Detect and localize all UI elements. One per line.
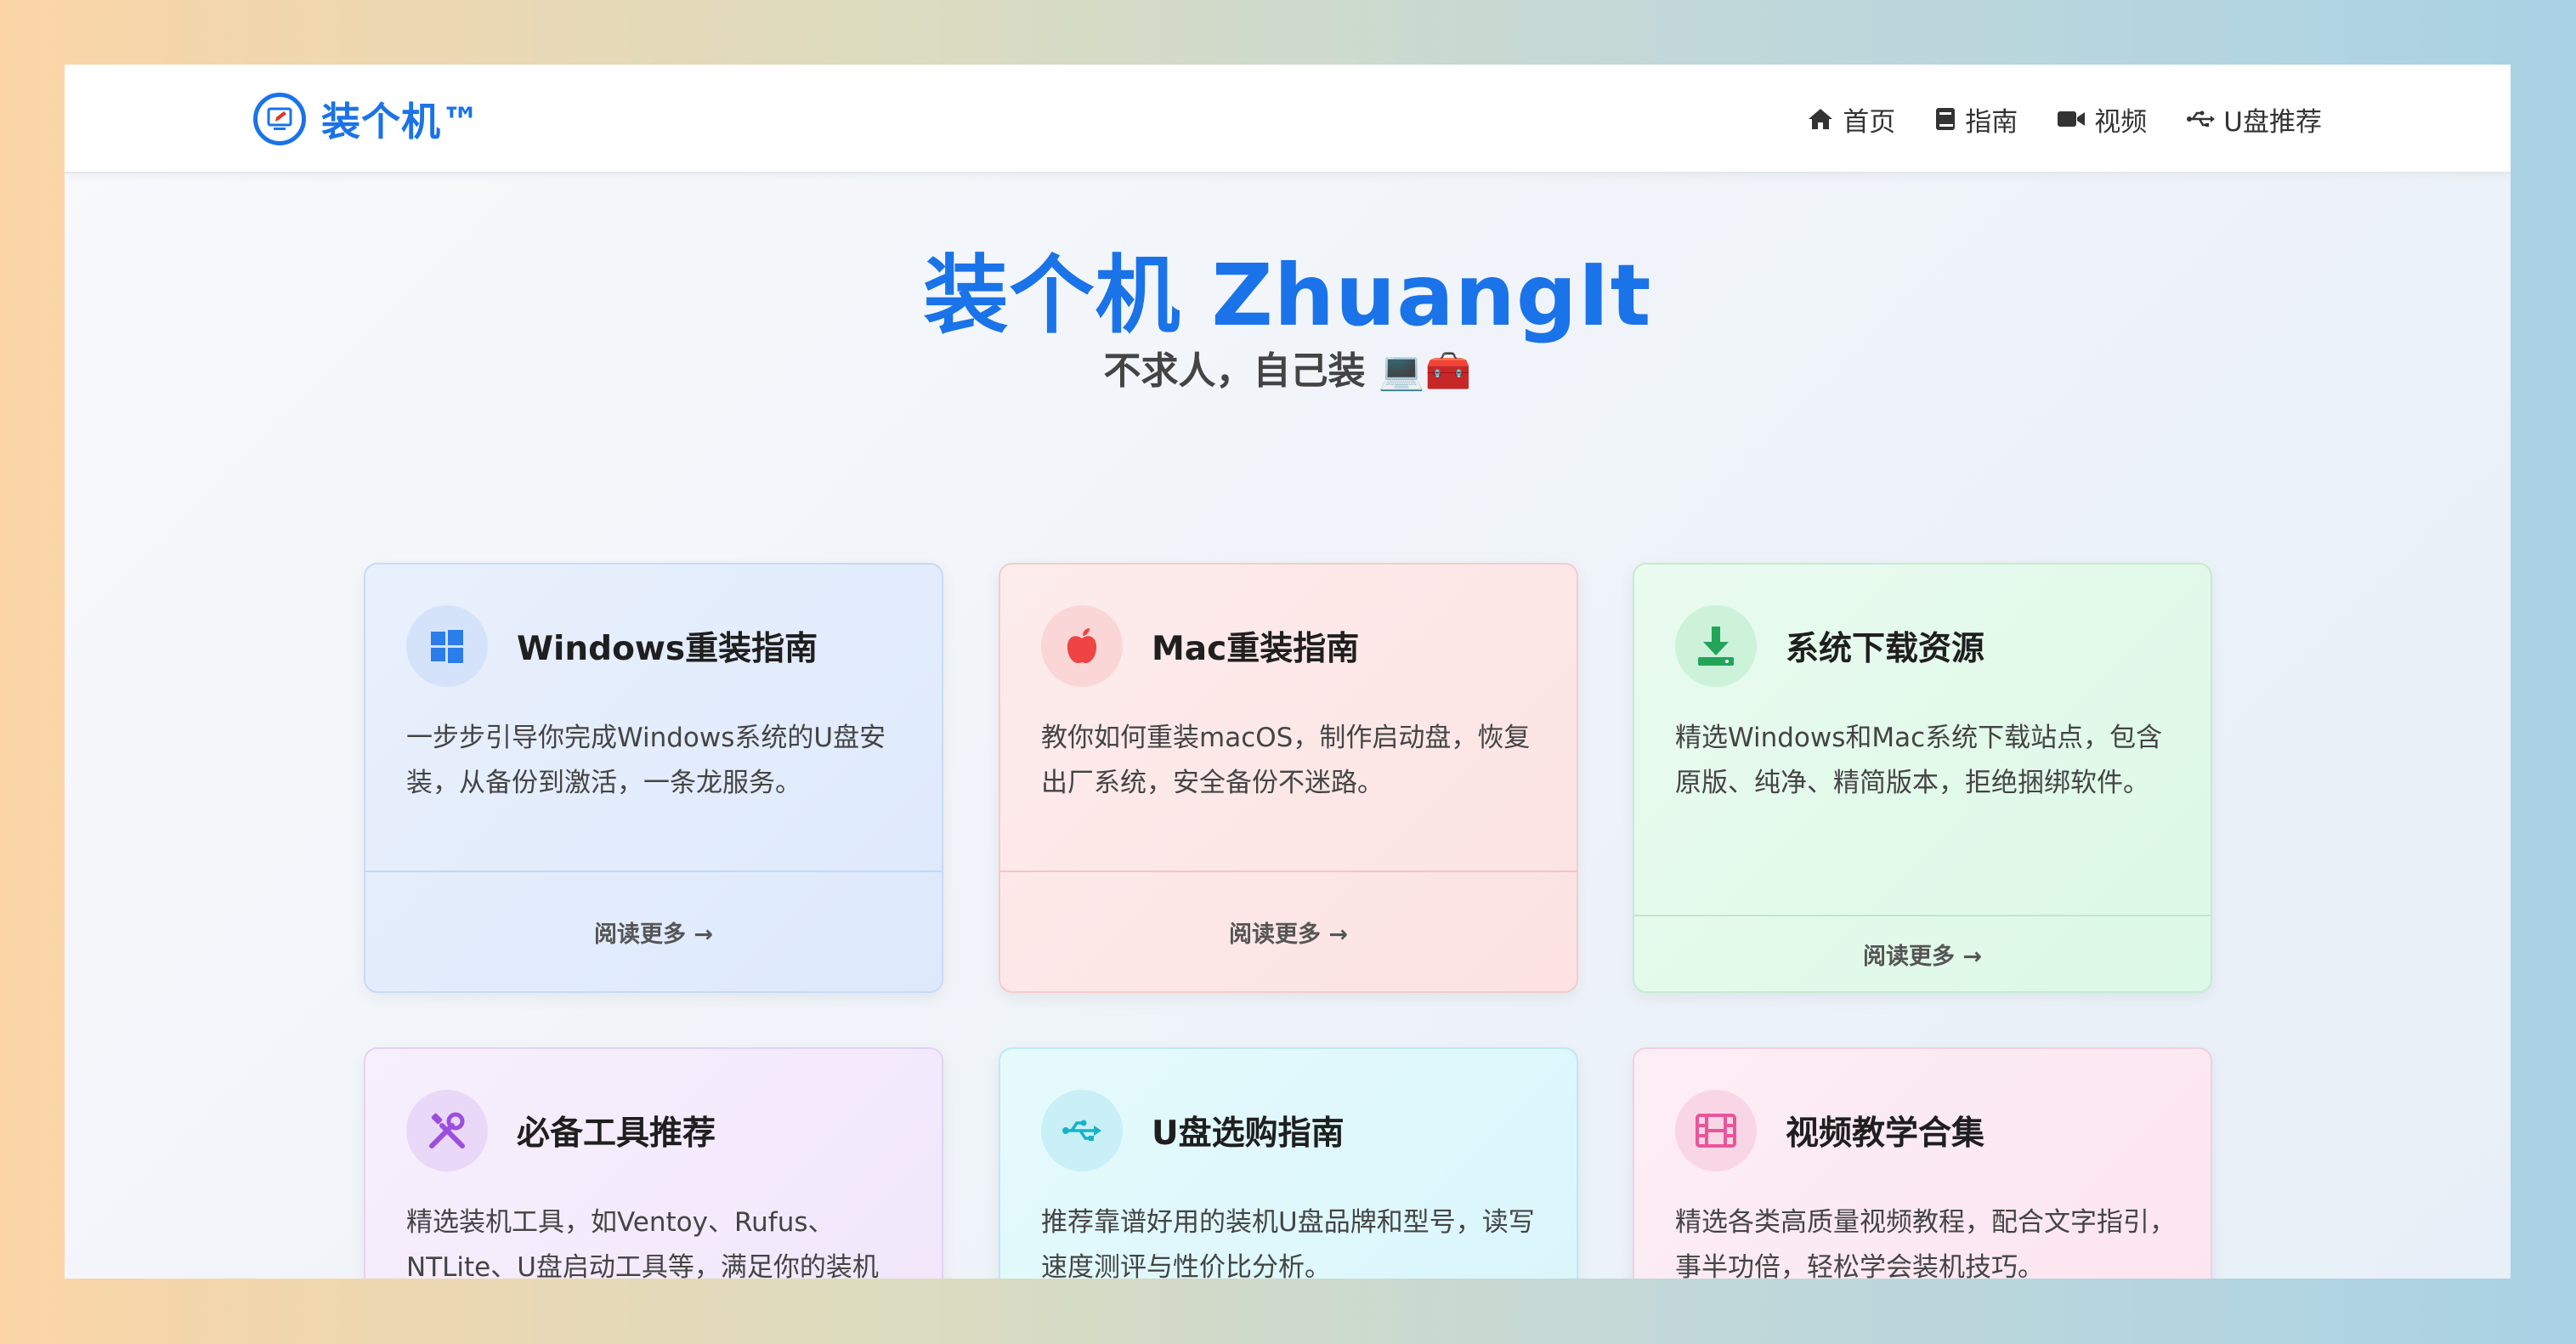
home-icon (1809, 109, 1833, 129)
read-more-link[interactable]: 阅读更多 → (365, 870, 942, 991)
nav-item-home[interactable]: 首页 (1807, 100, 1895, 139)
card-mac-guide[interactable]: Mac重装指南 教你如何重装macOS，制作启动盘，恢复出厂系统，安全备份不迷路… (999, 563, 1578, 993)
tools-icon (406, 1090, 488, 1171)
card-description: 教你如何重装macOS，制作启动盘，恢复出厂系统，安全备份不迷路。 (1041, 723, 1531, 798)
card-header: U盘选购指南 (1041, 1090, 1345, 1171)
read-more-link[interactable]: 阅读更多 → (1000, 870, 1577, 991)
usb-icon (1041, 1090, 1123, 1171)
nav-item-label: U盘推荐 (2223, 106, 2322, 138)
card-title: 系统下载资源 (1786, 630, 1985, 668)
card-header: 视频教学合集 (1675, 1090, 1984, 1171)
card-system-download[interactable]: 系统下载资源 精选Windows和Mac系统下载站点，包含原版、纯净、精简版本，… (1633, 563, 2212, 993)
card-title: U盘选购指南 (1152, 1114, 1345, 1153)
card-usb-guide[interactable]: U盘选购指南 推荐靠谱好用的装机U盘品牌和型号，读写速度测评与性价比分析。 (999, 1047, 1578, 1279)
card-description: 一步步引导你完成Windows系统的U盘安装，从备份到激活，一条龙服务。 (406, 723, 886, 798)
read-more-link[interactable]: 阅读更多 → (1634, 915, 2211, 991)
nav-links: 首页 指南 视频 U盘推荐 (1768, 94, 2322, 145)
card-video-collection[interactable]: 视频教学合集 精选各类高质量视频教程，配合文字指引，事半功倍，轻松学会装机技巧。 (1633, 1047, 2212, 1279)
nav-item-label: 指南 (1965, 106, 2018, 138)
brand-logo-link[interactable]: 装个机™ (253, 90, 481, 148)
card-title: Mac重装指南 (1152, 630, 1360, 668)
card-title: 必备工具推荐 (517, 1114, 716, 1153)
nav-item-usb[interactable]: U盘推荐 (2186, 100, 2322, 139)
monitor-edit-icon (253, 93, 306, 145)
download-icon (1675, 605, 1757, 687)
card-description: 推荐靠谱好用的装机U盘品牌和型号，读写速度测评与性价比分析。 (1041, 1207, 1535, 1279)
card-title: 视频教学合集 (1786, 1114, 1985, 1153)
nav-item-label: 视频 (2094, 106, 2148, 138)
nav-item-video[interactable]: 视频 (2057, 100, 2147, 139)
card-tools[interactable]: 必备工具推荐 精选装机工具，如Ventoy、Rufus、NTLite、U盘启动工… (364, 1047, 943, 1279)
card-header: 必备工具推荐 (406, 1090, 716, 1171)
card-description: 精选Windows和Mac系统下载站点，包含原版、纯净、精简版本，拒绝捆绑软件。 (1675, 723, 2163, 798)
video-icon (2058, 111, 2086, 127)
card-header: Windows重装指南 (406, 605, 818, 687)
film-icon (1675, 1090, 1757, 1171)
apple-icon (1041, 605, 1123, 687)
card-header: Mac重装指南 (1041, 605, 1359, 687)
card-description: 精选各类高质量视频教程，配合文字指引，事半功倍，轻松学会装机技巧。 (1675, 1207, 2176, 1279)
browser-page: 装个机™ 首页 指南 视频 U盘推荐 装个机 ZhuangIt 不求人，自己装 … (65, 65, 2511, 1279)
card-header: 系统下载资源 (1675, 605, 1984, 687)
card-description: 精选装机工具，如Ventoy、Rufus、NTLite、U盘启动工具等，满足你的… (406, 1207, 879, 1279)
book-icon (1936, 108, 1956, 130)
nav-item-guide[interactable]: 指南 (1934, 100, 2018, 139)
hero-title: 装个机 ZhuangIt (923, 246, 1652, 345)
usb-icon (2187, 111, 2216, 127)
card-title: Windows重装指南 (517, 630, 818, 668)
nav-item-label: 首页 (1843, 106, 1896, 138)
brand-name: 装个机™ (321, 99, 481, 145)
navbar: 装个机™ 首页 指南 视频 U盘推荐 (65, 65, 2511, 173)
windows-icon (406, 605, 488, 687)
hero-subtitle: 不求人，自己装 💻🧰 (1103, 349, 1472, 393)
card-windows-guide[interactable]: Windows重装指南 一步步引导你完成Windows系统的U盘安装，从备份到激… (364, 563, 943, 993)
